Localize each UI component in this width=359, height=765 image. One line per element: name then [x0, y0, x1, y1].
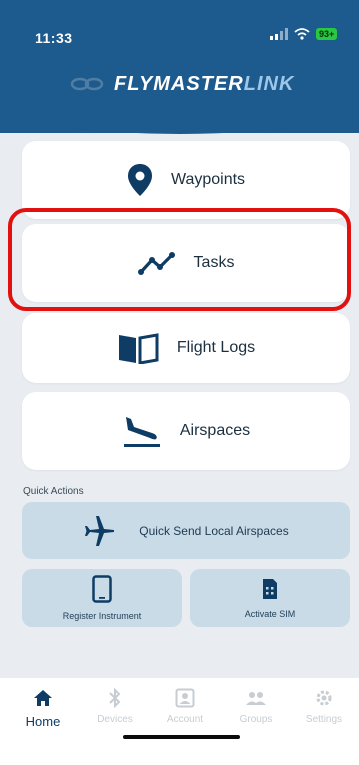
tablet-icon — [92, 575, 112, 603]
groups-icon — [246, 692, 266, 705]
activate-sim-label: Activate SIM — [244, 609, 296, 619]
book-icon — [118, 333, 159, 364]
quick-send-local-airspaces-button[interactable]: Quick Send Local Airspaces — [22, 502, 350, 559]
brand-name: FLYMASTER — [114, 72, 244, 95]
home-icon — [34, 690, 52, 706]
tab-account[interactable]: Account — [155, 688, 215, 725]
activate-sim-button[interactable]: Activate SIM — [190, 569, 350, 627]
tab-settings-label: Settings — [305, 714, 343, 725]
plane-landing-icon — [123, 417, 160, 447]
tab-account-label: Account — [166, 714, 204, 725]
tab-devices-label: Devices — [97, 714, 133, 725]
sim-card-icon — [263, 579, 277, 599]
tab-home[interactable]: Home — [13, 688, 73, 729]
tab-groups-label: Groups — [239, 714, 273, 725]
waypoints-button[interactable]: Waypoints — [22, 141, 350, 219]
bluetooth-icon — [109, 688, 121, 708]
gear-icon — [316, 690, 332, 706]
logo-mark-icon — [70, 77, 104, 91]
tab-devices[interactable]: Devices — [85, 688, 145, 725]
status-time: 11:33 — [35, 30, 73, 46]
tab-groups[interactable]: Groups — [226, 688, 286, 725]
location-pin-icon — [127, 164, 152, 196]
status-bar: 11:33 93+ — [0, 0, 359, 70]
tab-settings[interactable]: Settings — [294, 688, 354, 725]
battery-indicator: 93+ — [316, 28, 338, 40]
airspaces-button[interactable]: Airspaces — [22, 392, 350, 470]
flight-logs-label: Flight Logs — [176, 339, 256, 356]
quick-send-label: Quick Send Local Airspaces — [139, 523, 289, 538]
route-line-icon — [137, 252, 175, 275]
register-instrument-label: Register Instrument — [62, 611, 142, 621]
home-indicator — [123, 735, 240, 739]
tab-home-label: Home — [25, 714, 61, 729]
signal-icon — [270, 28, 288, 40]
status-icons: 93+ — [270, 28, 338, 40]
register-instrument-button[interactable]: Register Instrument — [22, 569, 182, 627]
quick-actions-heading: Quick Actions — [23, 486, 84, 497]
airplane-icon — [85, 515, 115, 546]
account-icon — [175, 688, 195, 708]
tasks-label: Tasks — [193, 254, 235, 271]
flight-logs-button[interactable]: Flight Logs — [22, 313, 350, 383]
brand-logo: FLYMASTER LINK — [70, 70, 320, 98]
airspaces-label: Airspaces — [179, 422, 251, 439]
tasks-button[interactable]: Tasks — [22, 224, 350, 302]
brand-suffix: LINK — [243, 72, 295, 95]
wifi-icon — [294, 28, 310, 40]
bottom-tab-bar: Home Devices Account Groups Settings — [0, 678, 359, 765]
waypoints-label: Waypoints — [170, 171, 246, 188]
